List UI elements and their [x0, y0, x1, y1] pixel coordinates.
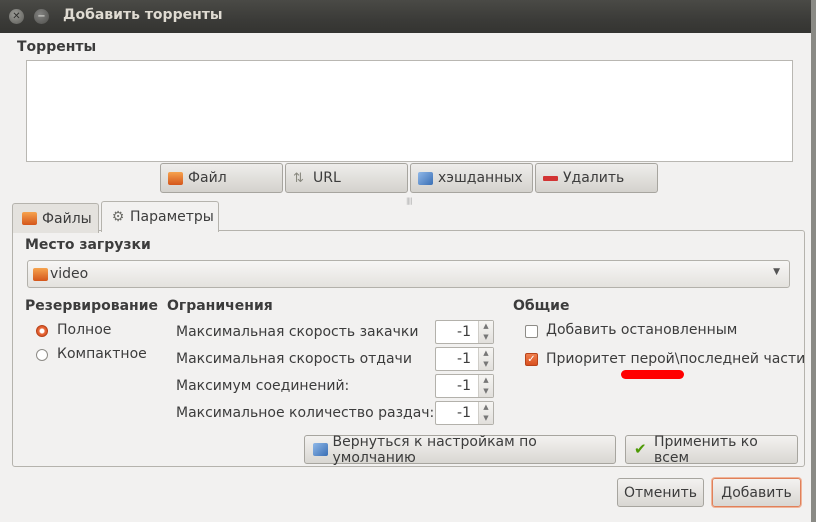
revert-defaults-button[interactable]: Вернуться к настройкам по умолчанию — [304, 434, 616, 466]
allocation-compact-radio[interactable] — [36, 349, 48, 361]
max-download-speed-spinner[interactable]: -1 ▲ ▼ — [435, 320, 494, 344]
folder-icon — [168, 171, 183, 185]
apply-to-all-button[interactable]: ✔ Применить ко всем — [625, 434, 798, 466]
max-download-speed-label: Максимальная скорость закачки — [176, 324, 419, 340]
spinner-arrows-icon[interactable]: ▲ ▼ — [478, 402, 493, 424]
minimize-window-button[interactable]: − — [34, 9, 49, 24]
add-button[interactable]: Добавить — [712, 478, 801, 507]
red-annotation-underline — [621, 370, 684, 379]
url-arrows-icon: ⇅ — [293, 170, 304, 186]
max-upload-slots-spinner[interactable]: -1 ▲ ▼ — [435, 401, 494, 425]
add-paused-checkbox[interactable] — [525, 325, 538, 338]
limits-label: Ограничения — [167, 298, 273, 314]
pane-resize-handle[interactable]: |||| — [406, 197, 413, 205]
hash-icon — [418, 171, 433, 185]
title-bar: ✕ − Добавить торренты — [0, 0, 811, 33]
spinner-arrows-icon[interactable]: ▲ ▼ — [478, 348, 493, 370]
window-title: Добавить торренты — [63, 7, 223, 23]
general-label: Общие — [513, 298, 570, 314]
destination-label: Место загрузки — [25, 237, 151, 253]
spinner-arrows-icon[interactable]: ▲ ▼ — [478, 321, 493, 343]
tab-files[interactable]: Файлы — [12, 203, 99, 233]
add-file-button[interactable]: Файл — [160, 163, 283, 193]
allocation-full-label: Полное — [57, 322, 112, 338]
prioritize-pieces-label: Приоритет перой\последней части — [546, 351, 806, 367]
max-connections-spinner[interactable]: -1 ▲ ▼ — [435, 374, 494, 398]
add-paused-label: Добавить остановленным — [546, 322, 738, 338]
remove-icon — [543, 175, 558, 181]
max-upload-speed-spinner[interactable]: -1 ▲ ▼ — [435, 347, 494, 371]
add-torrents-dialog: ✕ − Добавить торренты Торренты Файл ⇅ UR… — [0, 0, 811, 522]
remove-button[interactable]: Удалить — [535, 163, 658, 193]
torrents-list[interactable] — [26, 60, 793, 162]
gear-icon: ⚙ — [111, 208, 125, 225]
revert-icon — [313, 443, 328, 456]
allocation-label: Резервирование — [25, 298, 158, 314]
chevron-down-icon: ▼ — [773, 267, 780, 277]
cancel-button[interactable]: Отменить — [617, 478, 704, 507]
max-upload-slots-label: Максимальное количество раздач: — [176, 405, 435, 421]
check-icon: ✔ — [634, 440, 647, 458]
destination-value: video — [50, 266, 89, 282]
tab-params[interactable]: ⚙ Параметры — [101, 201, 219, 232]
folder-icon — [33, 267, 48, 281]
torrents-label: Торренты — [17, 39, 97, 55]
close-window-button[interactable]: ✕ — [9, 9, 24, 24]
folder-icon — [22, 212, 37, 225]
allocation-compact-label: Компактное — [57, 346, 147, 362]
max-upload-speed-label: Максимальная скорость отдачи — [176, 351, 412, 367]
max-connections-label: Максимум соединений: — [176, 378, 350, 394]
spinner-arrows-icon[interactable]: ▲ ▼ — [478, 375, 493, 397]
prioritize-pieces-checkbox[interactable]: ✓ — [525, 353, 538, 366]
allocation-full-radio[interactable] — [36, 325, 48, 337]
add-hash-button[interactable]: хэшданных — [410, 163, 533, 193]
add-url-button[interactable]: ⇅ URL — [285, 163, 408, 193]
destination-combo[interactable]: video ▼ — [27, 260, 790, 288]
